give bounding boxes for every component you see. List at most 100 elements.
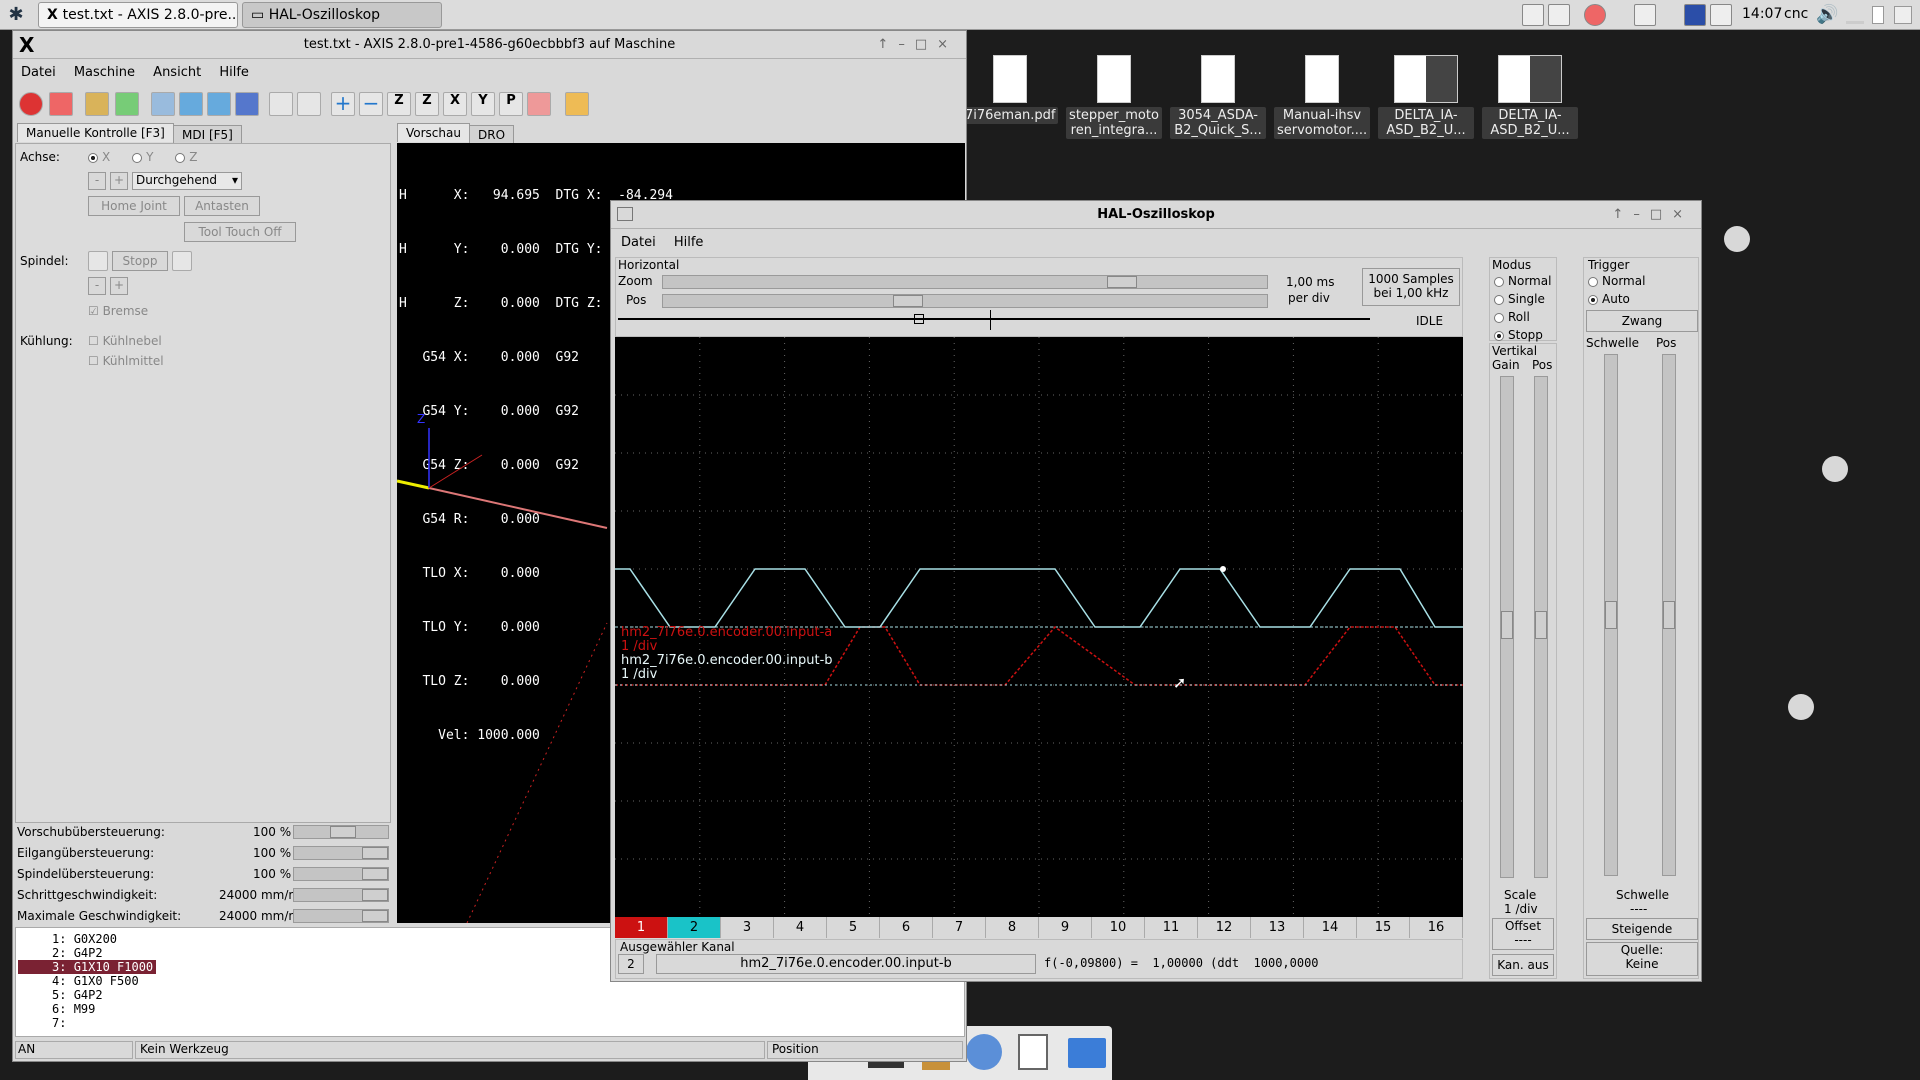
axis-x-radio[interactable]: [88, 152, 98, 163]
mode-single-radio[interactable]: Single: [1494, 292, 1545, 306]
axis-tray-icon[interactable]: [1684, 4, 1706, 26]
reload-icon[interactable]: [115, 92, 139, 116]
spindle-ccw-icon[interactable]: [88, 251, 108, 271]
channel-off-button[interactable]: Kan. aus: [1492, 954, 1554, 976]
window-controls[interactable]: ↑–□×: [877, 31, 958, 59]
channel-button-7[interactable]: 7: [933, 917, 986, 938]
channel-button-4[interactable]: 4: [774, 917, 827, 938]
halscope-titlebar[interactable]: HAL-Oszilloskop ↑–□×: [611, 201, 1701, 229]
axis-titlebar[interactable]: X test.txt - AXIS 2.8.0-pre1-4586-g60ecb…: [13, 31, 966, 59]
jog-speed-slider[interactable]: [293, 888, 389, 902]
trigger-pos-slider[interactable]: [1662, 354, 1676, 876]
globe-icon[interactable]: [966, 1034, 1002, 1070]
threshold-slider[interactable]: [1604, 354, 1618, 876]
desktop-file[interactable]: 7i76eman.pdf: [962, 55, 1058, 124]
gcode-line-current[interactable]: 3: G1X10 F1000: [18, 960, 156, 974]
editor-icon[interactable]: [1548, 4, 1570, 26]
open-file-icon[interactable]: [85, 92, 109, 116]
rotate-icon[interactable]: [527, 92, 551, 116]
step-icon[interactable]: [179, 92, 203, 116]
power-icon[interactable]: [49, 92, 73, 116]
channel-button-14[interactable]: 14: [1304, 917, 1357, 938]
channel-button-15[interactable]: 15: [1357, 917, 1410, 938]
antasten-button[interactable]: Antasten: [184, 196, 260, 216]
channel-button-11[interactable]: 11: [1145, 917, 1198, 938]
jog-mode-select[interactable]: Durchgehend ▾: [132, 172, 242, 190]
vpos-slider[interactable]: [1534, 376, 1548, 878]
mode-normal-radio[interactable]: Normal: [1494, 274, 1551, 288]
channel-button-9[interactable]: 9: [1039, 917, 1092, 938]
estop-icon[interactable]: [19, 92, 43, 116]
gain-slider[interactable]: [1500, 376, 1514, 878]
channel-button-8[interactable]: 8: [986, 917, 1039, 938]
spindle-plus-button[interactable]: +: [110, 277, 128, 295]
menu-datei[interactable]: Datei: [21, 65, 56, 80]
window-controls[interactable]: ↑–□×: [1612, 201, 1693, 229]
search-icon[interactable]: [1018, 1034, 1048, 1070]
desktop-file[interactable]: DELTA_IA-ASD_B2_U...: [1482, 55, 1578, 139]
trigger-normal-radio[interactable]: Normal: [1588, 274, 1645, 288]
edge-button[interactable]: Steigende: [1586, 918, 1698, 940]
tab-mdi[interactable]: MDI [F5]: [173, 125, 242, 144]
tab-vorschau[interactable]: Vorschau: [397, 123, 470, 142]
desktop-file[interactable]: stepper_moto ren_integra...: [1066, 55, 1162, 139]
menu-datei[interactable]: Datei: [621, 235, 656, 250]
scope-display[interactable]: hm2_7i76e.0.encoder.00.input-a 1 /div hm…: [615, 337, 1463, 917]
channel-button-2[interactable]: 2: [668, 917, 721, 938]
menu-hilfe[interactable]: Hilfe: [219, 65, 249, 80]
menu-ansicht[interactable]: Ansicht: [153, 65, 201, 80]
gcode-line[interactable]: 7:: [16, 1016, 964, 1030]
trigger-source-button[interactable]: Quelle: Keine: [1586, 942, 1698, 976]
kuehlmittel-checkbox[interactable]: ☐ Kühlmittel: [88, 354, 164, 368]
gcode-line[interactable]: 5: G4P2: [16, 988, 964, 1002]
view-z2-icon[interactable]: Z: [415, 92, 439, 116]
channel-button-10[interactable]: 10: [1092, 917, 1145, 938]
run-icon[interactable]: [151, 92, 175, 116]
pdf-viewer-icon[interactable]: [1634, 4, 1656, 26]
tab-dro[interactable]: DRO: [469, 125, 515, 144]
view-x-icon[interactable]: X: [443, 92, 467, 116]
pos-slider[interactable]: [662, 294, 1268, 308]
gcode-line[interactable]: 6: M99: [16, 1002, 964, 1016]
view-z-icon[interactable]: Z: [387, 92, 411, 116]
max-velocity-slider[interactable]: [293, 909, 389, 923]
channel-button-12[interactable]: 12: [1198, 917, 1251, 938]
channel-button-5[interactable]: 5: [827, 917, 880, 938]
block-delete-icon[interactable]: [269, 92, 293, 116]
spindle-override-slider[interactable]: [293, 867, 389, 881]
channel-button-16[interactable]: 16: [1410, 917, 1463, 938]
axis-y-radio[interactable]: [132, 152, 143, 163]
menu-logo-icon[interactable]: ✱: [6, 5, 26, 25]
zoom-slider[interactable]: [662, 275, 1268, 289]
folder-icon[interactable]: [1068, 1038, 1106, 1068]
axis-z-radio[interactable]: [175, 152, 186, 163]
task-halscope[interactable]: ▭ HAL-Oszilloskop: [242, 2, 442, 28]
mode-stopp-radio[interactable]: Stopp: [1494, 328, 1543, 342]
tool-touch-off-button[interactable]: Tool Touch Off: [184, 222, 296, 242]
feed-override-slider[interactable]: [293, 825, 389, 839]
clock[interactable]: 14:07: [1742, 6, 1782, 22]
channel-button-6[interactable]: 6: [880, 917, 933, 938]
desktop-file[interactable]: DELTA_IA-ASD_B2_U...: [1378, 55, 1474, 139]
rapid-override-slider[interactable]: [293, 846, 389, 860]
volume-icon[interactable]: 🔊: [1816, 4, 1838, 25]
spindle-stop-button[interactable]: Stopp: [112, 251, 168, 271]
zoom-in-icon[interactable]: +: [331, 92, 355, 116]
offset-button[interactable]: Offset ----: [1492, 918, 1554, 950]
force-trigger-button[interactable]: Zwang: [1586, 310, 1698, 332]
battery-icon[interactable]: [1872, 6, 1884, 24]
task-axis[interactable]: X test.txt - AXIS 2.8.0-pre...: [38, 2, 238, 28]
mode-roll-radio[interactable]: Roll: [1494, 310, 1530, 324]
optional-stop-icon[interactable]: [297, 92, 321, 116]
notification-icon[interactable]: [1894, 6, 1912, 24]
jog-minus-button[interactable]: -: [88, 172, 106, 190]
kuehlnebel-checkbox[interactable]: ☐ Kühlnebel: [88, 334, 162, 348]
channel-button-3[interactable]: 3: [721, 917, 774, 938]
bremse-checkbox[interactable]: ☑ Bremse: [88, 304, 148, 318]
zoom-out-icon[interactable]: −: [359, 92, 383, 116]
trigger-auto-radio[interactable]: Auto: [1588, 292, 1630, 306]
pause-icon[interactable]: [207, 92, 231, 116]
network-icon[interactable]: [1846, 6, 1864, 24]
desktop-file[interactable]: Manual-ihsv servomotor....: [1274, 55, 1370, 139]
spindle-cw-icon[interactable]: [172, 251, 192, 271]
